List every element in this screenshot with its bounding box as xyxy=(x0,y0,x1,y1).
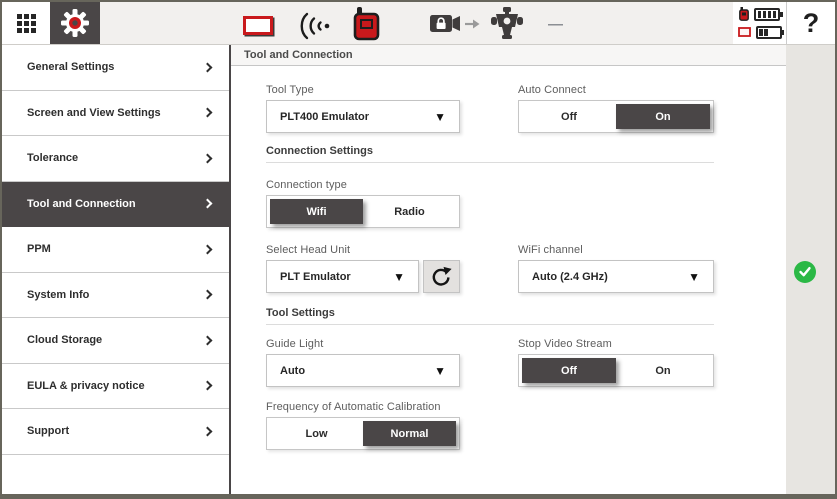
settings-gear-icon xyxy=(61,9,89,37)
stop-video-stream-label: Stop Video Stream xyxy=(518,338,714,350)
chevron-right-icon xyxy=(203,153,213,163)
signal-icon xyxy=(298,12,334,40)
stop-video-stream-off-option[interactable]: Off xyxy=(522,358,616,383)
tool-mini-icon xyxy=(739,7,749,21)
connection-type-label: Connection type xyxy=(266,179,460,191)
refresh-head-units-button[interactable] xyxy=(423,260,460,293)
sidebar: General Settings Screen and View Setting… xyxy=(2,45,229,494)
auto-connect-label: Auto Connect xyxy=(518,84,714,96)
field-stop-video-stream: Stop Video Stream Off On xyxy=(518,338,714,387)
guide-light-value: Auto xyxy=(280,365,305,377)
select-head-unit-value: PLT Emulator xyxy=(280,271,351,283)
sidebar-item-screen-and-view-settings[interactable]: Screen and View Settings xyxy=(2,91,229,137)
apps-grid-icon xyxy=(17,14,36,33)
chevron-down-icon: ▼ xyxy=(434,365,446,377)
checkmark-icon xyxy=(798,266,812,278)
connection-type-toggle: Wifi Radio xyxy=(266,195,460,228)
display-mini-icon xyxy=(738,27,751,37)
auto-connect-toggle: Off On xyxy=(518,100,714,133)
chevron-down-icon: ▼ xyxy=(688,271,700,283)
battery-status-panel xyxy=(733,2,786,44)
frequency-low-option[interactable]: Low xyxy=(270,421,363,446)
field-select-head-unit: Select Head Unit PLT Emulator ▼ xyxy=(266,244,460,293)
select-head-unit-dropdown[interactable]: PLT Emulator ▼ xyxy=(266,260,419,293)
sidebar-item-label: System Info xyxy=(27,289,89,301)
sidebar-item-ppm[interactable]: PPM xyxy=(2,227,229,273)
main-panel: Tool and Connection Tool Type PLT400 Emu… xyxy=(231,45,786,494)
camera-lock-icon xyxy=(430,14,461,33)
tripod-mount-icon xyxy=(491,7,523,41)
frequency-calibration-label: Frequency of Automatic Calibration xyxy=(266,401,714,413)
sidebar-item-label: EULA & privacy notice xyxy=(27,380,145,392)
sidebar-item-label: General Settings xyxy=(27,61,114,73)
chevron-right-icon xyxy=(203,381,213,391)
display-unit-icon xyxy=(243,16,273,35)
wifi-channel-label: WiFi channel xyxy=(518,244,714,256)
connection-type-radio-option[interactable]: Radio xyxy=(363,199,456,224)
sidebar-item-tool-and-connection[interactable]: Tool and Connection xyxy=(2,182,229,228)
chevron-down-icon: ▼ xyxy=(434,111,446,123)
help-button[interactable]: ? xyxy=(786,2,835,44)
sidebar-item-system-info[interactable]: System Info xyxy=(2,273,229,319)
field-guide-light: Guide Light Auto ▼ xyxy=(266,338,460,387)
sidebar-item-general-settings[interactable]: General Settings xyxy=(2,45,229,91)
refresh-icon xyxy=(431,266,452,288)
window: — ? xyxy=(0,0,837,499)
chevron-right-icon xyxy=(203,244,213,254)
settings-content: Tool Type PLT400 Emulator ▼ Auto Connect… xyxy=(231,66,786,494)
video-lock-status xyxy=(430,14,480,33)
sidebar-item-support[interactable]: Support xyxy=(2,409,229,455)
page-title: Tool and Connection xyxy=(231,45,786,66)
connection-type-wifi-option[interactable]: Wifi xyxy=(270,199,363,224)
field-tool-type: Tool Type PLT400 Emulator ▼ xyxy=(266,84,460,133)
select-head-unit-label: Select Head Unit xyxy=(266,244,460,256)
sidebar-item-label: Tolerance xyxy=(27,152,78,164)
top-toolbar: — ? xyxy=(2,2,835,45)
sidebar-item-label: Cloud Storage xyxy=(27,334,102,346)
auto-connect-on-option[interactable]: On xyxy=(616,104,710,129)
sidebar-item-label: Screen and View Settings xyxy=(27,107,161,119)
chevron-right-icon xyxy=(203,108,213,118)
field-wifi-channel: WiFi channel Auto (2.4 GHz) ▼ xyxy=(518,244,714,293)
dash-icon: — xyxy=(548,16,563,33)
apps-menu-button[interactable] xyxy=(2,2,50,44)
chevron-right-icon xyxy=(203,290,213,300)
sidebar-item-tolerance[interactable]: Tolerance xyxy=(2,136,229,182)
auto-connect-off-option[interactable]: Off xyxy=(522,104,616,129)
chevron-right-icon xyxy=(203,199,213,209)
right-status-strip xyxy=(786,45,835,494)
help-icon: ? xyxy=(803,10,820,37)
wifi-channel-value: Auto (2.4 GHz) xyxy=(532,271,608,283)
stop-video-stream-on-option[interactable]: On xyxy=(616,358,710,383)
confirm-button[interactable] xyxy=(794,261,816,283)
arrow-right-icon xyxy=(465,18,480,30)
chevron-down-icon: ▼ xyxy=(393,271,405,283)
sidebar-item-label: Support xyxy=(27,425,69,437)
sidebar-item-eula-privacy-notice[interactable]: EULA & privacy notice xyxy=(2,364,229,410)
connection-settings-heading: Connection Settings xyxy=(266,145,714,163)
tool-type-value: PLT400 Emulator xyxy=(280,111,369,123)
chevron-right-icon xyxy=(203,62,213,72)
tool-type-label: Tool Type xyxy=(266,84,460,96)
handheld-tool-icon xyxy=(352,7,382,41)
guide-light-label: Guide Light xyxy=(266,338,460,350)
sidebar-item-cloud-storage[interactable]: Cloud Storage xyxy=(2,318,229,364)
field-connection-type: Connection type Wifi Radio xyxy=(266,179,460,228)
tool-type-dropdown[interactable]: PLT400 Emulator ▼ xyxy=(266,100,460,133)
chevron-right-icon xyxy=(203,426,213,436)
field-auto-connect: Auto Connect Off On xyxy=(518,84,714,133)
frequency-calibration-toggle: Low Normal xyxy=(266,417,460,450)
chevron-right-icon xyxy=(203,335,213,345)
sidebar-item-label: PPM xyxy=(27,243,51,255)
tool-settings-heading: Tool Settings xyxy=(266,307,714,325)
frequency-normal-option[interactable]: Normal xyxy=(363,421,456,446)
tool-battery-icon xyxy=(754,8,780,21)
guide-light-dropdown[interactable]: Auto ▼ xyxy=(266,354,460,387)
field-frequency-calibration: Frequency of Automatic Calibration Low N… xyxy=(266,401,714,450)
stop-video-stream-toggle: Off On xyxy=(518,354,714,387)
display-battery-icon xyxy=(756,26,782,39)
wifi-channel-dropdown[interactable]: Auto (2.4 GHz) ▼ xyxy=(518,260,714,293)
sidebar-item-label: Tool and Connection xyxy=(27,198,136,210)
settings-button[interactable] xyxy=(50,2,100,44)
